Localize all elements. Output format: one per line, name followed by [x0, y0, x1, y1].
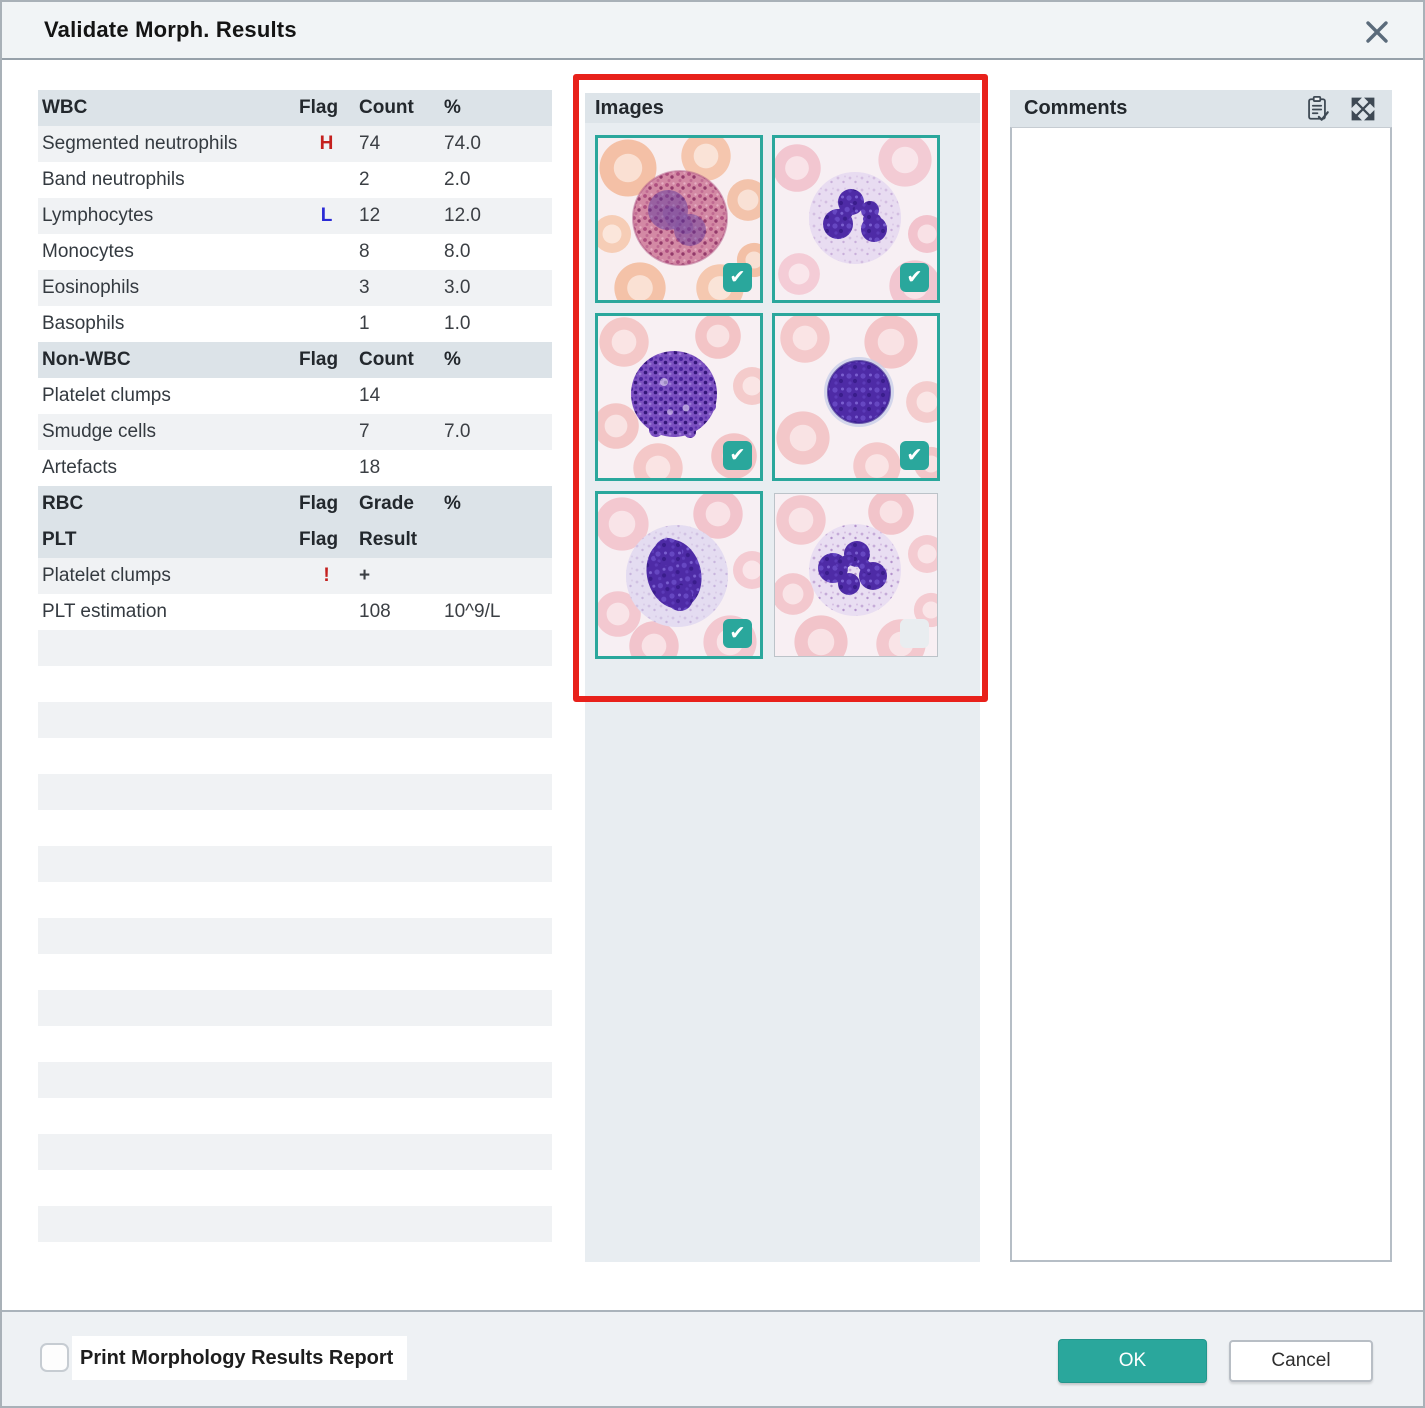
results-table: WBCFlagCount%Segmented neutrophilsH7474.…: [38, 90, 552, 1242]
table-row: RBCFlagGrade%: [38, 486, 552, 522]
comments-panel-header: Comments: [1010, 90, 1392, 127]
table-row-empty: [38, 882, 552, 918]
table-row-empty: [38, 1206, 552, 1242]
table-row-empty: [38, 666, 552, 702]
ok-button[interactable]: OK: [1058, 1339, 1207, 1383]
comment-template-button[interactable]: [1302, 94, 1332, 124]
table-row-empty: [38, 1026, 552, 1062]
expand-icon: [1349, 95, 1377, 123]
comments-text-area[interactable]: [1010, 127, 1392, 1262]
cell-image-segmented-neutrophil[interactable]: ✔: [772, 135, 940, 303]
table-row: Monocytes88.0: [38, 234, 552, 270]
close-button[interactable]: [1359, 14, 1395, 50]
table-row: LymphocytesL1212.0: [38, 198, 552, 234]
image-checkbox[interactable]: ✔: [900, 619, 929, 648]
clipboard-check-icon: [1303, 95, 1331, 123]
table-row-empty: [38, 810, 552, 846]
cell-image-basophil[interactable]: ✔: [595, 313, 763, 481]
comments-panel: Comments: [1010, 90, 1392, 1262]
image-checkbox[interactable]: ✔: [723, 441, 752, 470]
table-row-empty: [38, 954, 552, 990]
table-row: PLT estimation10810^9/L: [38, 594, 552, 630]
images-panel-header: Images: [585, 93, 980, 123]
table-row-empty: [38, 1098, 552, 1134]
image-checkbox[interactable]: ✔: [723, 619, 752, 648]
table-row-empty: [38, 1134, 552, 1170]
table-row-empty: [38, 1062, 552, 1098]
table-row-empty: [38, 738, 552, 774]
dialog-title: Validate Morph. Results: [2, 17, 297, 43]
table-row-empty: [38, 774, 552, 810]
dialog-footer: Print Morphology Results Report OK Cance…: [2, 1310, 1423, 1406]
table-row: Non-WBCFlagCount%: [38, 342, 552, 378]
table-row: Platelet clumps14: [38, 378, 552, 414]
validate-morph-dialog: Validate Morph. Results WBCFlagCount%Seg…: [0, 0, 1425, 1408]
image-checkbox[interactable]: ✔: [900, 263, 929, 292]
table-row: Band neutrophils22.0: [38, 162, 552, 198]
table-row: WBCFlagCount%: [38, 90, 552, 126]
image-checkbox[interactable]: ✔: [723, 263, 752, 292]
print-report-label: Print Morphology Results Report: [72, 1336, 407, 1380]
table-row-empty: [38, 702, 552, 738]
table-row-empty: [38, 846, 552, 882]
table-row: Eosinophils33.0: [38, 270, 552, 306]
close-icon: [1364, 19, 1390, 45]
cell-image-lymphocyte[interactable]: ✔: [772, 313, 940, 481]
table-row-empty: [38, 918, 552, 954]
table-row: Artefacts18: [38, 450, 552, 486]
cell-image-lobed-neutrophil[interactable]: ✔: [774, 493, 938, 657]
comments-panel-title: Comments: [1024, 97, 1286, 120]
images-panel-title: Images: [595, 97, 664, 120]
image-checkbox[interactable]: ✔: [900, 441, 929, 470]
cell-image-monocyte[interactable]: ✔: [595, 491, 763, 659]
table-row: Basophils11.0: [38, 306, 552, 342]
expand-comments-button[interactable]: [1348, 94, 1378, 124]
table-row: PLTFlagResult: [38, 522, 552, 558]
cell-image-grid: ✔: [595, 135, 980, 659]
print-report-checkbox[interactable]: [40, 1343, 69, 1372]
table-row: Segmented neutrophilsH7474.0: [38, 126, 552, 162]
images-panel: Images: [585, 93, 980, 1262]
table-row-empty: [38, 630, 552, 666]
cancel-button[interactable]: Cancel: [1229, 1340, 1373, 1382]
table-row-empty: [38, 1170, 552, 1206]
dialog-content: WBCFlagCount%Segmented neutrophilsH7474.…: [2, 62, 1423, 1314]
table-row: Platelet clumps!+: [38, 558, 552, 594]
table-row: Smudge cells77.0: [38, 414, 552, 450]
cell-image-eosinophil[interactable]: ✔: [595, 135, 763, 303]
dialog-header: Validate Morph. Results: [2, 2, 1423, 60]
table-row-empty: [38, 990, 552, 1026]
